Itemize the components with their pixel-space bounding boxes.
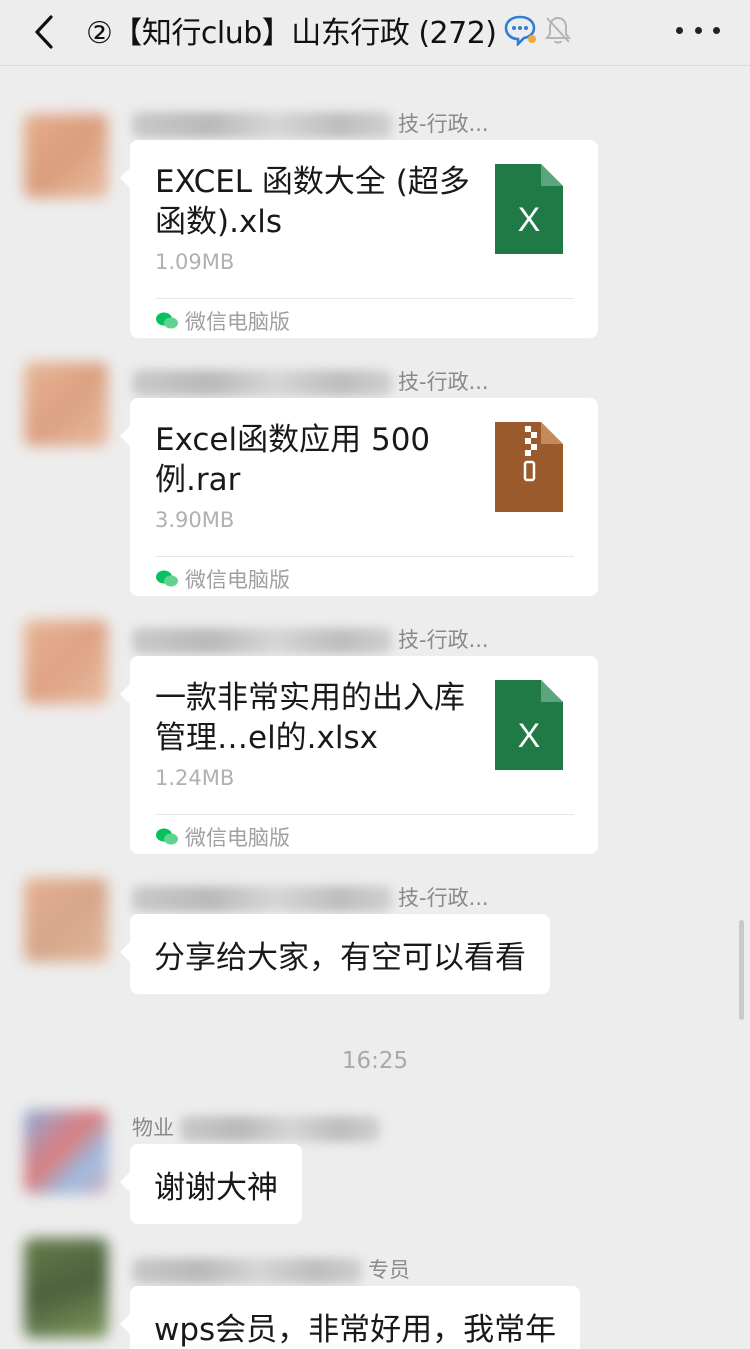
svg-text:X: X	[518, 201, 541, 239]
avatar[interactable]	[24, 1238, 108, 1338]
group-chat-icon	[503, 13, 537, 47]
zip-file-icon	[495, 422, 563, 512]
redacted-name	[132, 886, 392, 912]
more-dot-icon	[713, 26, 720, 34]
redacted-name	[132, 1258, 362, 1284]
chat-title: ②【知行club】山东行政 (272)	[86, 16, 497, 51]
divider	[155, 814, 574, 815]
excel-file-icon: X	[495, 680, 563, 770]
file-message-bubble[interactable]: Excel函数应用 500 例.rar 3.90MB 微信电脑版	[120, 398, 598, 596]
wechat-icon	[156, 570, 178, 587]
redacted-name	[132, 112, 392, 138]
file-message-bubble[interactable]: EXCEL 函数大全 (超多函数).xls 1.09MB X 微信电脑版	[120, 140, 598, 338]
file-size: 1.09MB	[155, 250, 235, 274]
source-label: 微信电脑版	[185, 310, 290, 334]
svg-text:X: X	[518, 717, 541, 755]
redacted-name	[180, 1116, 380, 1142]
file-size: 3.90MB	[155, 508, 235, 532]
divider	[155, 556, 574, 557]
chat-header: ②【知行club】山东行政 (272)	[0, 0, 750, 66]
more-dot-icon	[676, 26, 683, 34]
redacted-name	[132, 628, 392, 654]
message-timestamp: 16:25	[341, 1048, 409, 1074]
more-options-button[interactable]	[676, 18, 720, 42]
chat-title-area[interactable]: ②【知行club】山东行政 (272)	[86, 10, 573, 51]
more-dot-icon	[694, 26, 702, 34]
back-arrow-icon	[35, 15, 53, 49]
source-label: 微信电脑版	[185, 568, 290, 592]
back-button[interactable]	[26, 14, 62, 50]
scrollbar[interactable]	[739, 920, 744, 1020]
sender-name: 技-行政...	[132, 108, 489, 138]
text-message-bubble[interactable]: 谢谢大神	[120, 1144, 302, 1224]
wechat-icon	[156, 312, 178, 329]
mute-bell-icon	[543, 15, 573, 45]
file-size: 1.24MB	[155, 766, 235, 790]
source-label: 微信电脑版	[185, 826, 290, 850]
text-message-bubble[interactable]: 分享给大家，有空可以看看	[120, 914, 550, 994]
file-source: 微信电脑版	[155, 822, 290, 852]
sender-name: 专员	[132, 1254, 410, 1284]
sender-name: 技-行政...	[132, 882, 489, 912]
sender-name: 技-行政...	[132, 624, 489, 654]
file-name: 一款非常实用的出入库管理…el的.xlsx	[155, 680, 465, 756]
file-name: Excel函数应用 500 例.rar	[155, 422, 431, 498]
avatar[interactable]	[24, 620, 108, 704]
avatar[interactable]	[24, 878, 108, 962]
text-message-bubble[interactable]: wps会员，非常好用，我常年	[119, 1286, 581, 1349]
sender-name: 物业	[132, 1112, 386, 1142]
avatar[interactable]	[24, 362, 108, 446]
wechat-icon	[156, 828, 178, 845]
sender-name: 技-行政...	[132, 366, 489, 396]
divider	[155, 298, 574, 299]
file-source: 微信电脑版	[155, 306, 290, 336]
redacted-name	[132, 370, 392, 396]
avatar[interactable]	[24, 114, 108, 198]
avatar[interactable]	[24, 1110, 108, 1194]
file-message-bubble[interactable]: 一款非常实用的出入库管理…el的.xlsx 1.24MB X 微信电脑版	[120, 656, 598, 854]
file-source: 微信电脑版	[155, 564, 290, 594]
file-name: EXCEL 函数大全 (超多函数).xls	[155, 164, 470, 240]
excel-file-icon: X	[495, 164, 563, 254]
